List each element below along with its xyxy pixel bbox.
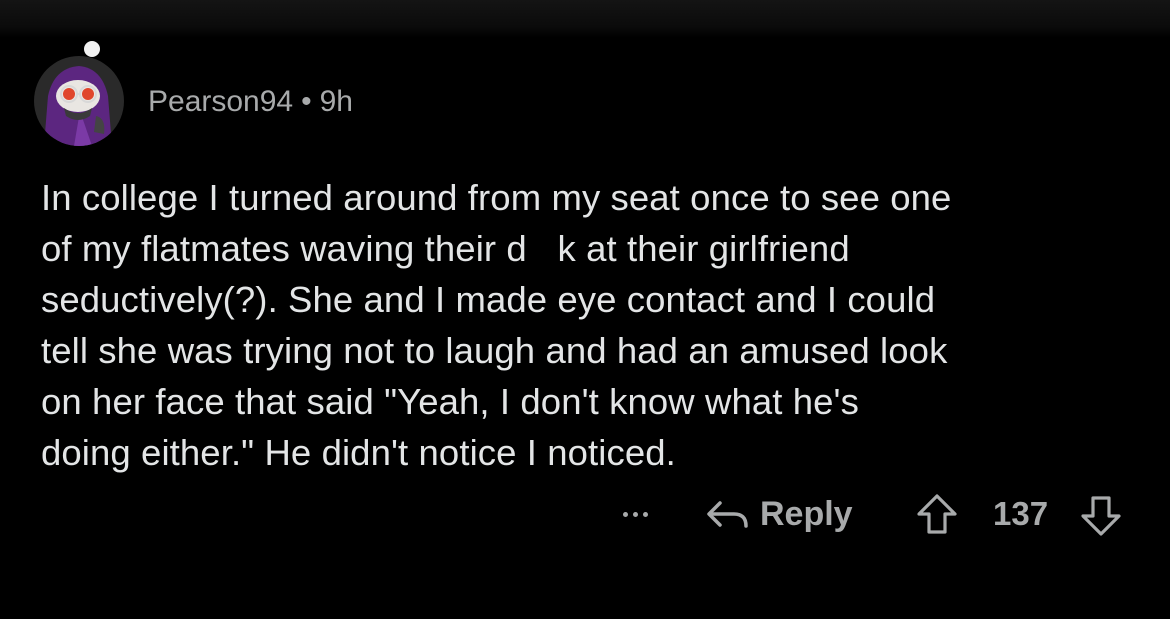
vote-score: 137 xyxy=(993,495,1049,532)
comment: Pearson94 • 9h In college I turned around … xyxy=(0,0,1170,619)
reply-label: Reply xyxy=(760,494,853,533)
more-options-button[interactable] xyxy=(612,488,658,540)
ellipsis-icon xyxy=(622,511,648,517)
comment-line: of my flatmates waving their d k at thei… xyxy=(41,228,850,269)
comment-line: seductively(?). She and I made eye conta… xyxy=(41,279,936,320)
upvote-arrow-icon[interactable] xyxy=(915,492,959,536)
snoo-avatar-icon xyxy=(34,56,124,146)
comment-meta: Pearson94 • 9h xyxy=(148,84,353,120)
comment-age: 9h xyxy=(319,85,353,118)
online-status-dot xyxy=(84,41,100,57)
comment-line: In college I turned around from my seat … xyxy=(41,177,952,218)
comment-actions: Reply 137 xyxy=(0,488,1170,540)
comment-line: tell she was trying not to laugh and had… xyxy=(41,330,948,371)
comment-body: In college I turned around from my seat … xyxy=(41,172,1141,478)
comment-line: doing either." He didn't notice I notice… xyxy=(41,432,676,473)
reply-button[interactable]: Reply xyxy=(704,488,853,540)
meta-separator: • xyxy=(301,85,312,118)
comment-line: on her face that said "Yeah, I don't kno… xyxy=(41,381,859,422)
author-username[interactable]: Pearson94 xyxy=(148,85,293,118)
downvote-arrow-icon[interactable] xyxy=(1079,494,1123,538)
avatar[interactable] xyxy=(34,56,124,146)
reply-arrow-icon xyxy=(707,501,748,528)
